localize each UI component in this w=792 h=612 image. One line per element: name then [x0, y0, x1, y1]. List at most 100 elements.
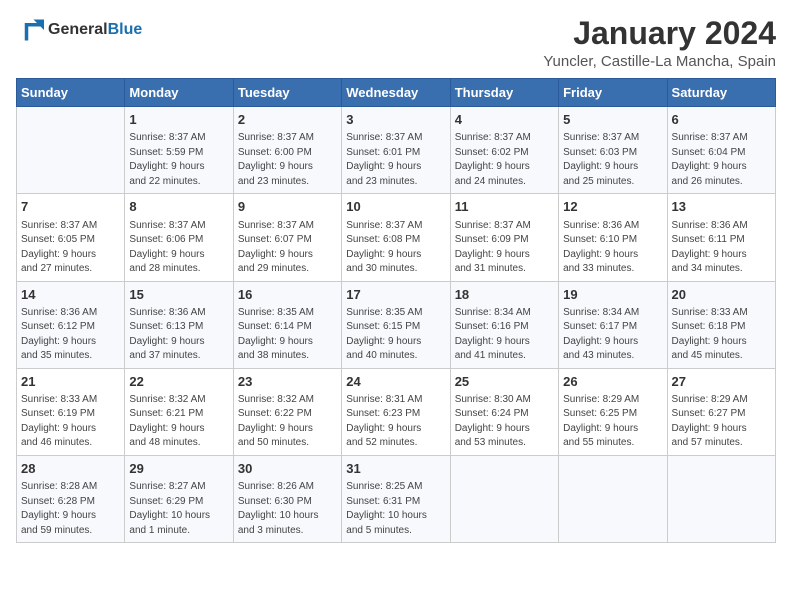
day-number: 23 — [238, 373, 337, 391]
weekday-header-wednesday: Wednesday — [342, 79, 450, 107]
weekday-header-sunday: Sunday — [17, 79, 125, 107]
calendar-cell: 12 Sunrise: 8:36 AM Sunset: 6:10 PM Dayli… — [559, 194, 667, 281]
calendar-cell: 5 Sunrise: 8:37 AM Sunset: 6:03 PM Daylig… — [559, 107, 667, 194]
calendar-week-row: 1 Sunrise: 8:37 AM Sunset: 5:59 PM Daylig… — [17, 107, 776, 194]
day-info: Sunrise: 8:34 AM Sunset: 6:16 PM Dayligh… — [455, 306, 554, 364]
calendar-cell — [17, 107, 125, 194]
day-info: Sunrise: 8:33 AM Sunset: 6:19 PM Dayligh… — [21, 393, 120, 451]
day-number: 31 — [346, 460, 445, 478]
day-info: Sunrise: 8:32 AM Sunset: 6:22 PM Dayligh… — [238, 393, 337, 451]
calendar-cell — [559, 455, 667, 542]
day-info: Sunrise: 8:37 AM Sunset: 6:03 PM Dayligh… — [563, 131, 662, 189]
logo-icon — [16, 16, 44, 44]
day-number: 18 — [455, 286, 554, 304]
day-number: 13 — [672, 198, 771, 216]
day-info: Sunrise: 8:27 AM Sunset: 6:29 PM Dayligh… — [129, 480, 228, 538]
day-number: 3 — [346, 111, 445, 129]
day-number: 29 — [129, 460, 228, 478]
title-area: January 2024 Yuncler, Castille-La Mancha… — [543, 16, 776, 70]
calendar-cell: 6Sunrise: 8:37 AM Sunset: 6:04 PM Daylig… — [667, 107, 775, 194]
day-info: Sunrise: 8:30 AM Sunset: 6:24 PM Dayligh… — [455, 393, 554, 451]
day-info: Sunrise: 8:33 AM Sunset: 6:18 PM Dayligh… — [672, 306, 771, 364]
day-number: 19 — [563, 286, 662, 304]
weekday-header-tuesday: Tuesday — [233, 79, 341, 107]
day-info: Sunrise: 8:36 AM Sunset: 6:11 PM Dayligh… — [672, 219, 771, 277]
day-info: Sunrise: 8:37 AM Sunset: 6:05 PM Dayligh… — [21, 219, 120, 277]
calendar-cell: 15 Sunrise: 8:36 AM Sunset: 6:13 PM Dayli… — [125, 281, 233, 368]
weekday-header-monday: Monday — [125, 79, 233, 107]
day-info: Sunrise: 8:28 AM Sunset: 6:28 PM Dayligh… — [21, 480, 120, 538]
day-info: Sunrise: 8:31 AM Sunset: 6:23 PM Dayligh… — [346, 393, 445, 451]
calendar-week-row: 21Sunrise: 8:33 AM Sunset: 6:19 PM Dayli… — [17, 368, 776, 455]
day-info: Sunrise: 8:26 AM Sunset: 6:30 PM Dayligh… — [238, 480, 337, 538]
day-info: Sunrise: 8:36 AM Sunset: 6:10 PM Dayligh… — [563, 219, 662, 277]
calendar-cell: 25Sunrise: 8:30 AM Sunset: 6:24 PM Dayli… — [450, 368, 558, 455]
day-number: 5 — [563, 111, 662, 129]
day-info: Sunrise: 8:29 AM Sunset: 6:25 PM Dayligh… — [563, 393, 662, 451]
day-number: 7 — [21, 198, 120, 216]
day-number: 4 — [455, 111, 554, 129]
calendar-week-row: 7 Sunrise: 8:37 AM Sunset: 6:05 PM Daylig… — [17, 194, 776, 281]
calendar-cell: 3 Sunrise: 8:37 AM Sunset: 6:01 PM Daylig… — [342, 107, 450, 194]
calendar-cell: 30 Sunrise: 8:26 AM Sunset: 6:30 PM Dayli… — [233, 455, 341, 542]
day-info: Sunrise: 8:35 AM Sunset: 6:14 PM Dayligh… — [238, 306, 337, 364]
calendar-cell: 14 Sunrise: 8:36 AM Sunset: 6:12 PM Dayli… — [17, 281, 125, 368]
logo: GeneralBlue — [16, 16, 142, 44]
day-number: 8 — [129, 198, 228, 216]
calendar-week-row: 14 Sunrise: 8:36 AM Sunset: 6:12 PM Dayli… — [17, 281, 776, 368]
calendar-table: SundayMondayTuesdayWednesdayThursdayFrid… — [16, 78, 776, 543]
day-number: 15 — [129, 286, 228, 304]
day-number: 2 — [238, 111, 337, 129]
day-number: 20 — [672, 286, 771, 304]
day-number: 9 — [238, 198, 337, 216]
day-info: Sunrise: 8:35 AM Sunset: 6:15 PM Dayligh… — [346, 306, 445, 364]
calendar-cell: 2 Sunrise: 8:37 AM Sunset: 6:00 PM Daylig… — [233, 107, 341, 194]
day-info: Sunrise: 8:36 AM Sunset: 6:12 PM Dayligh… — [21, 306, 120, 364]
day-info: Sunrise: 8:37 AM Sunset: 6:00 PM Dayligh… — [238, 131, 337, 189]
calendar-cell: 26 Sunrise: 8:29 AM Sunset: 6:25 PM Dayli… — [559, 368, 667, 455]
calendar-cell: 16 Sunrise: 8:35 AM Sunset: 6:14 PM Dayli… — [233, 281, 341, 368]
day-info: Sunrise: 8:37 AM Sunset: 6:01 PM Dayligh… — [346, 131, 445, 189]
calendar-cell: 20 Sunrise: 8:33 AM Sunset: 6:18 PM Dayli… — [667, 281, 775, 368]
calendar-cell: 24Sunrise: 8:31 AM Sunset: 6:23 PM Dayli… — [342, 368, 450, 455]
logo-general-text: General — [48, 21, 108, 38]
day-info: Sunrise: 8:37 AM Sunset: 6:02 PM Dayligh… — [455, 131, 554, 189]
calendar-cell: 31 Sunrise: 8:25 AM Sunset: 6:31 PM Dayli… — [342, 455, 450, 542]
day-info: Sunrise: 8:32 AM Sunset: 6:21 PM Dayligh… — [129, 393, 228, 451]
calendar-cell: 17 Sunrise: 8:35 AM Sunset: 6:15 PM Dayli… — [342, 281, 450, 368]
calendar-cell — [450, 455, 558, 542]
day-info: Sunrise: 8:25 AM Sunset: 6:31 PM Dayligh… — [346, 480, 445, 538]
calendar-cell: 23 Sunrise: 8:32 AM Sunset: 6:22 PM Dayli… — [233, 368, 341, 455]
day-info: Sunrise: 8:37 AM Sunset: 5:59 PM Dayligh… — [129, 131, 228, 189]
logo-text-block: GeneralBlue — [48, 21, 142, 39]
calendar-cell: 21Sunrise: 8:33 AM Sunset: 6:19 PM Dayli… — [17, 368, 125, 455]
month-title: January 2024 — [543, 16, 776, 51]
weekday-header-saturday: Saturday — [667, 79, 775, 107]
day-number: 27 — [672, 373, 771, 391]
day-number: 22 — [129, 373, 228, 391]
day-number: 6 — [672, 111, 771, 129]
calendar-cell — [667, 455, 775, 542]
day-number: 16 — [238, 286, 337, 304]
day-number: 26 — [563, 373, 662, 391]
day-info: Sunrise: 8:37 AM Sunset: 6:06 PM Dayligh… — [129, 219, 228, 277]
calendar-cell: 29 Sunrise: 8:27 AM Sunset: 6:29 PM Dayli… — [125, 455, 233, 542]
calendar-cell: 9Sunrise: 8:37 AM Sunset: 6:07 PM Daylig… — [233, 194, 341, 281]
calendar-week-row: 28Sunrise: 8:28 AM Sunset: 6:28 PM Dayli… — [17, 455, 776, 542]
calendar-cell: 13 Sunrise: 8:36 AM Sunset: 6:11 PM Dayli… — [667, 194, 775, 281]
calendar-cell: 18 Sunrise: 8:34 AM Sunset: 6:16 PM Dayli… — [450, 281, 558, 368]
day-info: Sunrise: 8:36 AM Sunset: 6:13 PM Dayligh… — [129, 306, 228, 364]
calendar-cell: 19 Sunrise: 8:34 AM Sunset: 6:17 PM Dayli… — [559, 281, 667, 368]
day-number: 14 — [21, 286, 120, 304]
logo-blue-text: Blue — [108, 21, 143, 38]
day-number: 17 — [346, 286, 445, 304]
day-number: 1 — [129, 111, 228, 129]
day-info: Sunrise: 8:37 AM Sunset: 6:08 PM Dayligh… — [346, 219, 445, 277]
day-number: 12 — [563, 198, 662, 216]
day-number: 10 — [346, 198, 445, 216]
day-info: Sunrise: 8:29 AM Sunset: 6:27 PM Dayligh… — [672, 393, 771, 451]
calendar-cell: 11Sunrise: 8:37 AM Sunset: 6:09 PM Dayli… — [450, 194, 558, 281]
calendar-cell: 7 Sunrise: 8:37 AM Sunset: 6:05 PM Daylig… — [17, 194, 125, 281]
day-info: Sunrise: 8:34 AM Sunset: 6:17 PM Dayligh… — [563, 306, 662, 364]
day-number: 30 — [238, 460, 337, 478]
